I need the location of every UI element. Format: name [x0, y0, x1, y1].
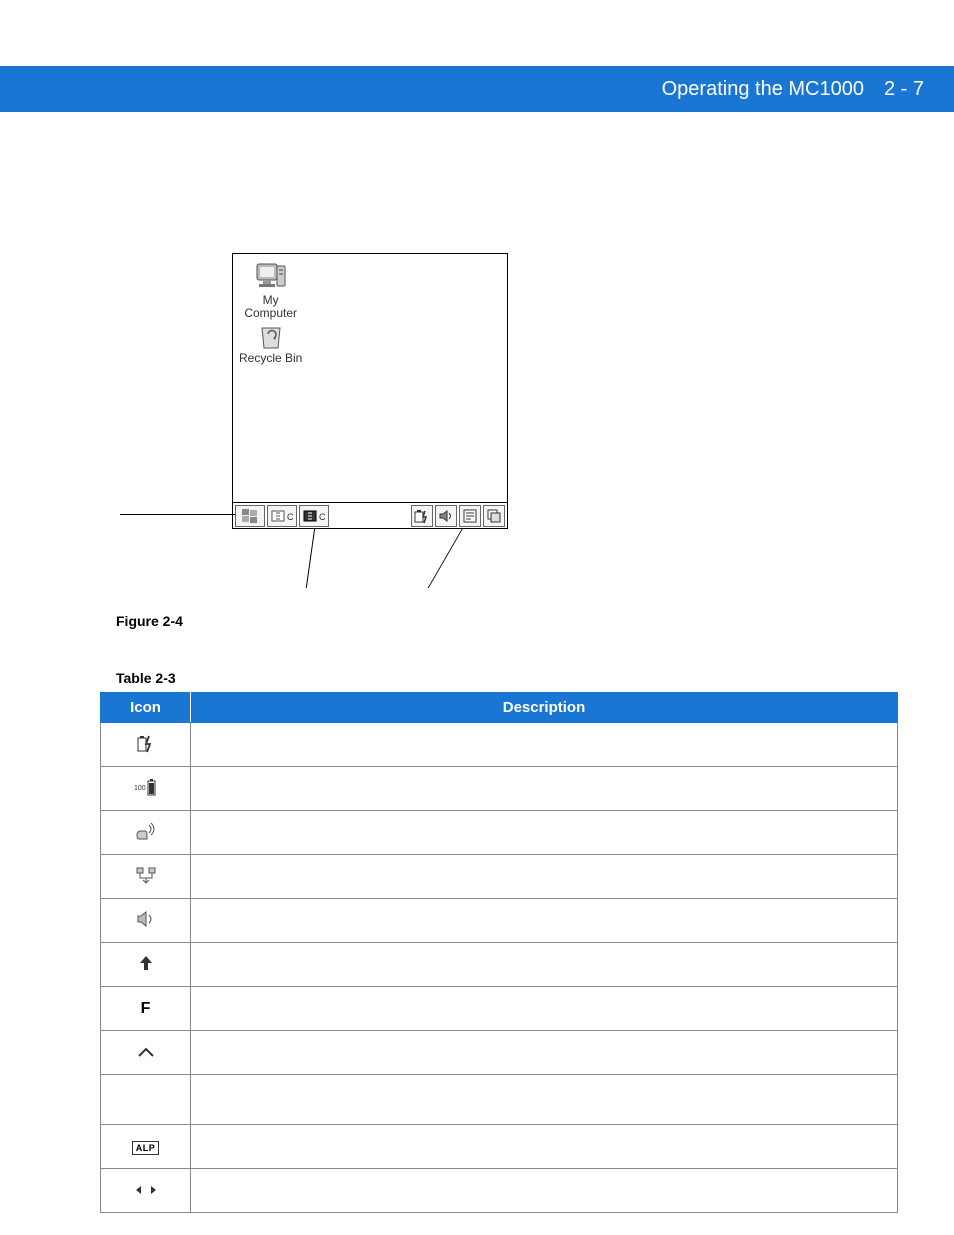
icon-cell [101, 899, 191, 943]
recycle-bin-label: Recycle Bin [239, 352, 302, 365]
table-row [101, 1075, 898, 1125]
taskbar-left-group: C C [233, 505, 329, 527]
description-cell [191, 1169, 898, 1213]
taskbar: C C [233, 502, 507, 528]
description-cell [191, 811, 898, 855]
battery-bolt-icon [411, 505, 433, 527]
svg-text:C: C [319, 512, 325, 522]
table-row [101, 855, 898, 899]
icon-cell [101, 723, 191, 767]
table-header-icon: Icon [101, 693, 191, 723]
svg-text:100: 100 [134, 785, 146, 792]
description-cell [191, 1125, 898, 1169]
table-row: 100 [101, 767, 898, 811]
my-computer-icon: My Computer [244, 260, 297, 320]
description-cell [191, 987, 898, 1031]
header-page-number: 2 - 7 [884, 78, 924, 101]
battery-bolt-icon [136, 733, 156, 753]
computer-icon [253, 260, 289, 294]
icon-cell: 100 [101, 767, 191, 811]
svg-text:C: C [287, 512, 293, 522]
description-cell [191, 943, 898, 987]
callout-line-1 [306, 528, 334, 588]
icon-cell: ALP [101, 1125, 191, 1169]
alp-key-icon: ALP [132, 1141, 160, 1155]
description-cell [191, 899, 898, 943]
start-flag-icon [235, 505, 265, 527]
icon-cell [101, 855, 191, 899]
table-row [101, 943, 898, 987]
table-row [101, 899, 898, 943]
table-row [101, 811, 898, 855]
battery-100-icon: 100 [134, 777, 158, 797]
description-cell [191, 1075, 898, 1125]
table-row [101, 1169, 898, 1213]
icon-cell: F [101, 987, 191, 1031]
description-cell [191, 855, 898, 899]
speaker-icon [435, 505, 457, 527]
recycle-icon [254, 322, 288, 352]
desktop-icons: My Computer Recycle Bin [239, 260, 302, 366]
icon-description-table: Icon Description 100 [100, 692, 898, 1213]
icon-cell [101, 811, 191, 855]
icon-cell-blank [101, 1075, 191, 1125]
callout-horizontal-line [120, 514, 235, 515]
figure-label: Figure 2-4 [116, 613, 183, 629]
description-cell [191, 723, 898, 767]
note-icon [459, 505, 481, 527]
taskbar-right-group [411, 505, 507, 527]
description-cell [191, 1031, 898, 1075]
description-cell [191, 767, 898, 811]
keyboard-dark-c-icon: C [299, 505, 329, 527]
network-down-icon [135, 866, 157, 884]
keyboard-c-icon: C [267, 505, 297, 527]
table-label: Table 2-3 [116, 670, 176, 686]
callout-line-2 [428, 528, 503, 588]
recycle-bin-icon: Recycle Bin [239, 322, 302, 365]
document-page: Operating the MC1000 2 - 7 My Computer [0, 0, 954, 1235]
page-header: Operating the MC1000 2 - 7 [0, 66, 954, 112]
table-row: F [101, 987, 898, 1031]
table-row [101, 1031, 898, 1075]
speaker-hand-icon [135, 821, 157, 841]
my-computer-label-line2: Computer [244, 307, 297, 320]
table-row [101, 723, 898, 767]
table-row: ALP [101, 1125, 898, 1169]
left-right-arrows-icon [134, 1184, 158, 1196]
icon-cell [101, 1169, 191, 1213]
up-arrow-icon [138, 954, 154, 972]
table-header-row: Icon Description [101, 693, 898, 723]
caret-up-icon [137, 1046, 155, 1058]
icon-cell [101, 1031, 191, 1075]
table-header-description: Description [191, 693, 898, 723]
windows-icon [483, 505, 505, 527]
speaker-icon [136, 910, 156, 928]
f-key-icon: F [141, 1000, 151, 1017]
icon-cell [101, 943, 191, 987]
device-screenshot-figure: My Computer Recycle Bin C [232, 253, 508, 529]
header-title: Operating the MC1000 [662, 78, 864, 101]
